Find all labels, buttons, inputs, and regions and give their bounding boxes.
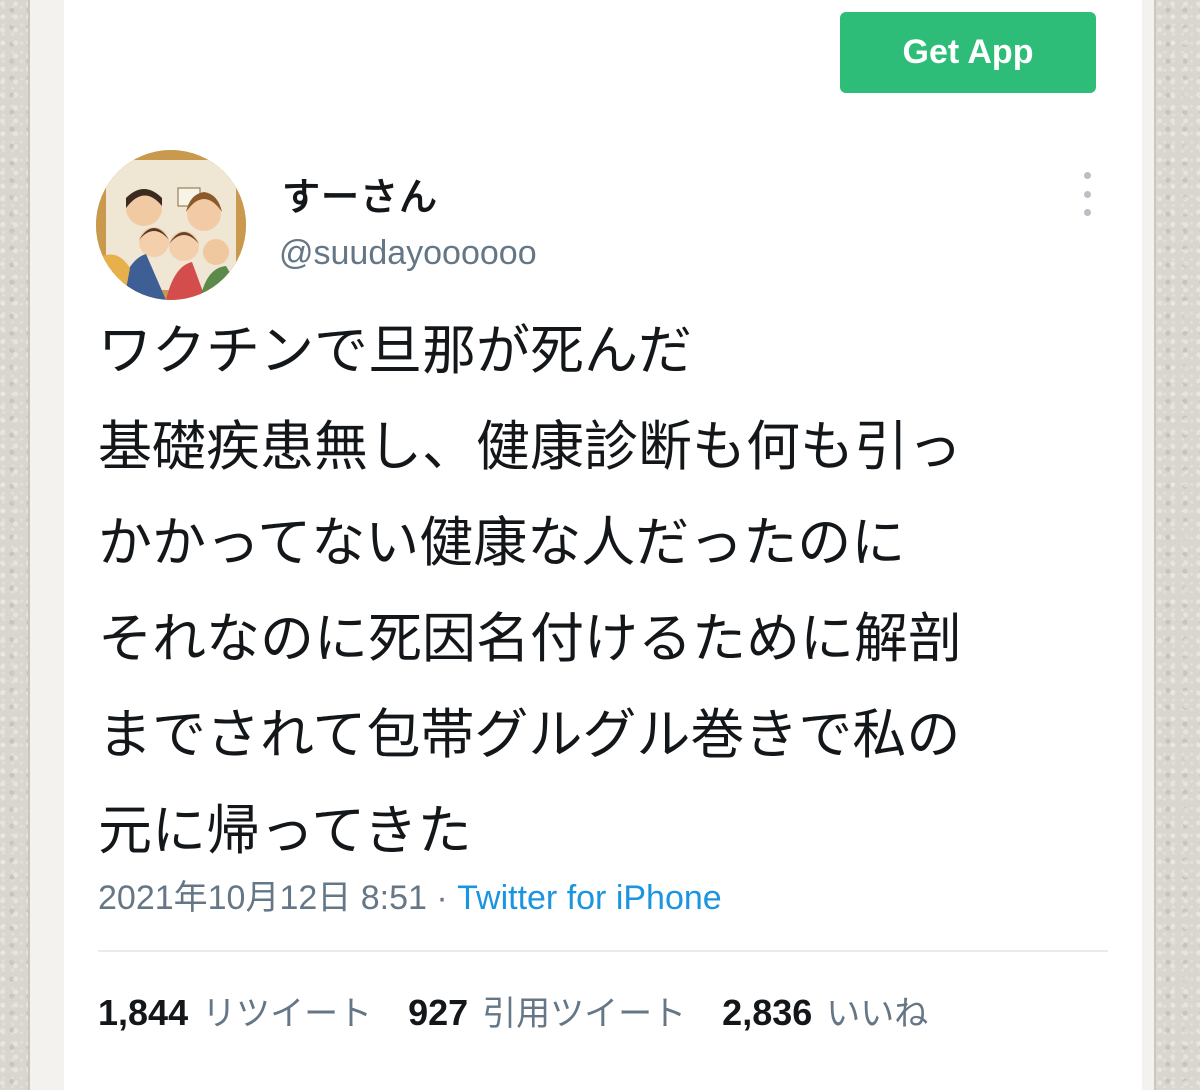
meta-separator: · [426,879,458,917]
likes-label: いいね [826,994,929,1034]
divider [98,950,1108,952]
tweet-timestamp[interactable]: 2021年10月12日 8:51 [98,879,427,917]
user-handle[interactable]: @suudayoooooo [279,234,537,273]
get-app-button[interactable]: Get App [840,12,1096,93]
retweets-label: リツイート [202,994,373,1034]
more-options-icon[interactable] [1072,172,1102,216]
retweets-count: 1,844 [98,992,189,1033]
likes-stat[interactable]: 2,836 いいね [722,986,928,1035]
profile-photo-icon [96,150,246,300]
avatar[interactable] [96,150,246,300]
quotes-count: 927 [408,992,469,1033]
tweet-source-link[interactable]: Twitter for iPhone [457,879,722,917]
display-name[interactable]: すーさん [282,166,438,221]
tweet-text: ワクチンで旦那が死んだ 基礎疾患無し、健康診断も何も引っ かかってない健康な人だ… [98,319,962,862]
retweets-stat[interactable]: 1,844 リツイート [98,986,372,1035]
tweet-meta: 2021年10月12日 8:51 · Twitter for iPhone [98,870,722,919]
quotes-stat[interactable]: 927 引用ツイート [408,986,686,1035]
quotes-label: 引用ツイート [482,994,687,1034]
tweet-stats: 1,844 リツイート 927 引用ツイート 2,836 いいね [98,986,964,1035]
likes-count: 2,836 [722,992,813,1033]
